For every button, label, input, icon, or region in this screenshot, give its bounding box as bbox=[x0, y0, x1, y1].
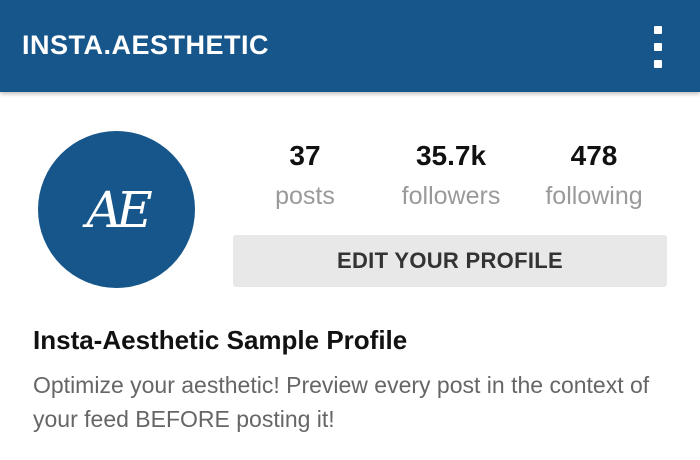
stat-followers[interactable]: 35.7k followers bbox=[386, 140, 516, 211]
app-title: INSTA.AESTHETIC bbox=[22, 30, 270, 60]
stat-followers-label: followers bbox=[401, 182, 501, 210]
avatar[interactable]: AE bbox=[38, 131, 195, 288]
menu-dot bbox=[654, 26, 662, 34]
stat-following-value: 478 bbox=[570, 140, 618, 171]
stat-followers-value: 35.7k bbox=[415, 140, 487, 171]
profile-bio: Optimize your aesthetic! Preview every p… bbox=[33, 372, 650, 432]
profile-name: Insta-Aesthetic Sample Profile bbox=[33, 325, 408, 355]
stat-following[interactable]: 478 following bbox=[529, 140, 659, 211]
stat-following-label: following bbox=[545, 182, 643, 210]
app-bar: INSTA.AESTHETIC bbox=[0, 0, 700, 92]
stat-posts-value: 37 bbox=[289, 140, 321, 171]
menu-dot bbox=[654, 43, 662, 51]
menu-dot bbox=[654, 60, 662, 68]
avatar-monogram: AE bbox=[86, 180, 153, 239]
stat-posts-label: posts bbox=[275, 182, 335, 210]
stat-posts[interactable]: 37 posts bbox=[240, 140, 370, 211]
edit-profile-button[interactable]: EDIT YOUR PROFILE bbox=[233, 235, 667, 287]
more-vertical-icon[interactable] bbox=[646, 26, 670, 68]
